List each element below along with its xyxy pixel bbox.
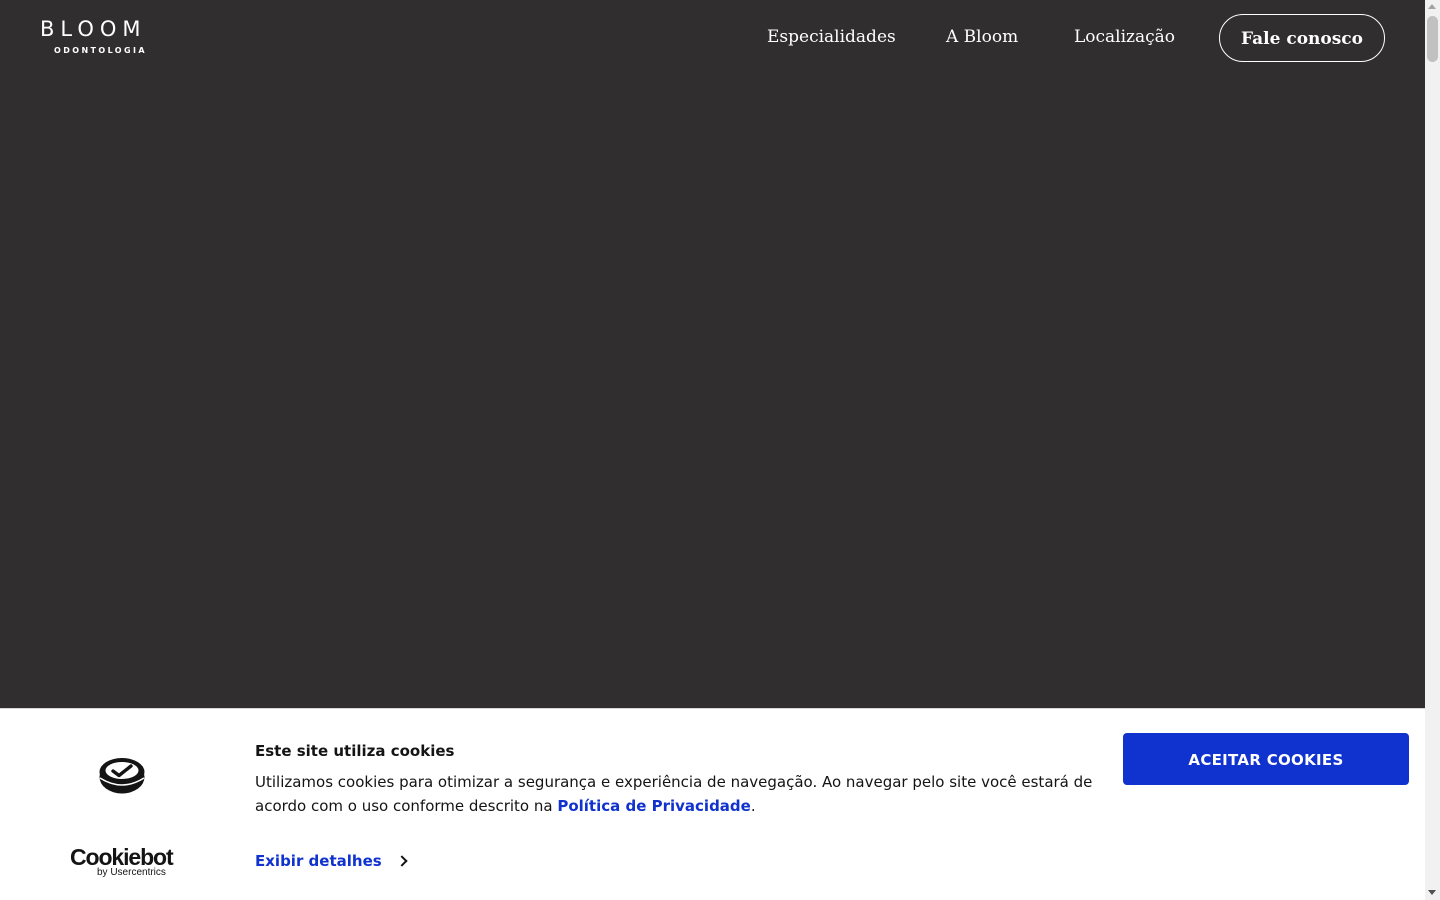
- scroll-down-arrow-icon[interactable]: [1428, 890, 1436, 895]
- privacy-policy-link[interactable]: Política de Privacidade: [557, 797, 751, 815]
- page-viewport: BLOOM ODONTOLOGIA Especialidades A Bloom…: [0, 0, 1425, 900]
- cookiebot-byline: by Usercentrics: [97, 867, 166, 878]
- cookie-banner-text: Utilizamos cookies para otimizar a segur…: [255, 770, 1095, 818]
- scroll-up-arrow-icon[interactable]: [1428, 4, 1436, 9]
- cookie-banner: Cookiebot by Usercentrics Este site util…: [0, 708, 1425, 900]
- cookie-banner-title: Este site utiliza cookies: [255, 742, 455, 760]
- main-nav: Especialidades A Bloom Localização: [0, 24, 1425, 50]
- scroll-thumb[interactable]: [1427, 16, 1438, 62]
- cookiebot-wordmark: Cookiebot: [70, 844, 174, 870]
- site-header: BLOOM ODONTOLOGIA Especialidades A Bloom…: [0, 0, 1425, 75]
- page-scrollbar[interactable]: [1425, 0, 1440, 900]
- chevron-right-icon: [396, 855, 408, 867]
- cookiebot-logo: Cookiebot by Usercentrics: [70, 844, 174, 878]
- nav-item-a-bloom[interactable]: A Bloom: [946, 24, 1018, 50]
- nav-item-localizacao[interactable]: Localização: [1074, 24, 1175, 50]
- show-details-label: Exibir detalhes: [255, 852, 382, 870]
- cookie-banner-text-end: .: [750, 797, 756, 815]
- cookiebot-icon: [99, 758, 145, 794]
- accept-cookies-button[interactable]: ACEITAR COOKIES: [1123, 733, 1409, 785]
- nav-item-especialidades[interactable]: Especialidades: [767, 24, 896, 50]
- show-details-toggle[interactable]: Exibir detalhes: [255, 851, 408, 871]
- contact-button[interactable]: Fale conosco: [1219, 14, 1385, 62]
